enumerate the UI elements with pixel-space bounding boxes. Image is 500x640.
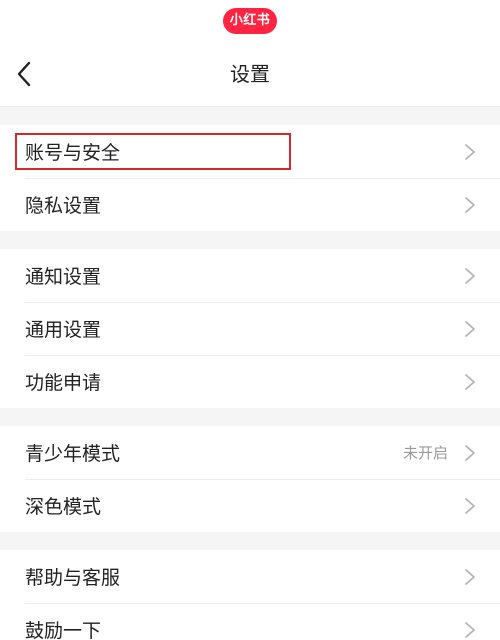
chevron-right-icon [465,445,475,461]
chevron-right-icon [465,144,475,160]
settings-list: 账号与安全 隐私设置 通知设置 通用设置 功能申请 青少年模式 未开启 深色模式… [0,107,500,640]
chevron-right-icon [465,268,475,284]
chevron-right-icon [465,374,475,390]
settings-group-general: 通知设置 通用设置 功能申请 [0,249,500,408]
chevron-right-icon [465,498,475,514]
chevron-right-icon [465,569,475,585]
settings-screen: 小红书 设置 账号与安全 隐私设置 通知设置 通用设置 功能申请 青少年模式 未… [0,0,500,640]
chevron-right-icon [465,622,475,638]
settings-item-label: 通知设置 [25,266,102,288]
page-title: 设置 [230,62,270,86]
settings-item-label: 帮助与客服 [25,567,121,589]
settings-item-label: 通用设置 [25,319,102,341]
brand-bar: 小红书 [0,0,500,42]
xiaohongshu-logo: 小红书 [223,8,277,34]
settings-item-dark-mode[interactable]: 深色模式 [0,479,500,532]
settings-item-label: 青少年模式 [25,443,121,465]
settings-item-general[interactable]: 通用设置 [0,302,500,355]
navigation-bar: 设置 [0,42,500,107]
settings-item-label: 隐私设置 [25,195,102,217]
settings-item-feature-request[interactable]: 功能申请 [0,355,500,408]
back-button[interactable] [14,60,50,90]
chevron-left-icon [17,61,31,87]
settings-item-label: 功能申请 [25,372,102,394]
settings-group-account: 账号与安全 隐私设置 [0,125,500,231]
settings-item-label: 深色模式 [25,496,102,518]
settings-item-label: 账号与安全 [25,142,121,164]
chevron-right-icon [465,321,475,337]
settings-item-privacy[interactable]: 隐私设置 [0,178,500,231]
chevron-right-icon [465,197,475,213]
settings-item-status: 未开启 [402,444,448,462]
settings-item-label: 鼓励一下 [25,620,102,640]
settings-item-notifications[interactable]: 通知设置 [0,249,500,302]
settings-group-modes: 青少年模式 未开启 深色模式 [0,426,500,532]
settings-item-encourage[interactable]: 鼓励一下 [0,603,500,640]
settings-item-teen-mode[interactable]: 青少年模式 未开启 [0,426,500,479]
settings-item-account-security[interactable]: 账号与安全 [0,125,500,178]
settings-item-help-support[interactable]: 帮助与客服 [0,550,500,603]
settings-group-support: 帮助与客服 鼓励一下 [0,550,500,640]
